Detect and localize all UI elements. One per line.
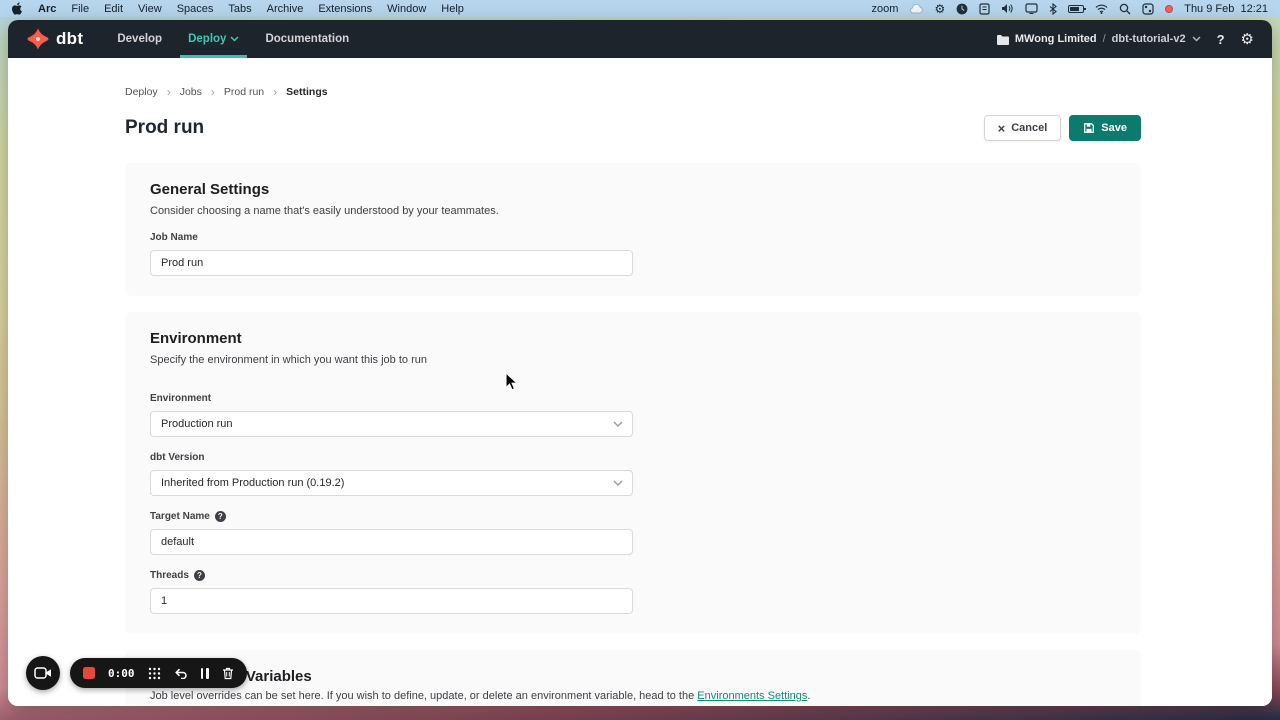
volume-icon[interactable]	[1001, 3, 1014, 14]
environment-variables-heading: Environment Variables	[150, 668, 1116, 685]
menubar-app-name[interactable]: Arc	[38, 3, 56, 15]
pause-button[interactable]	[201, 668, 209, 679]
undo-icon[interactable]	[174, 667, 188, 679]
breadcrumb-separator: ›	[211, 86, 215, 98]
tools-grid-icon[interactable]	[148, 667, 161, 680]
chevron-down-icon	[1192, 36, 1201, 42]
menubar-item-edit[interactable]: Edit	[104, 3, 123, 15]
menubar-item-tabs[interactable]: Tabs	[228, 3, 251, 15]
dbt-version-label: dbt Version	[150, 452, 1116, 463]
dbt-version-select[interactable]: Inherited from Production run (0.19.2)	[150, 470, 633, 496]
settings-gear-icon[interactable]: ⚙	[1241, 30, 1254, 48]
environment-variables-card: Environment Variables Job level override…	[125, 650, 1141, 706]
display-icon[interactable]	[1025, 3, 1038, 14]
environment-card: Environment Specify the environment in w…	[125, 312, 1141, 634]
camera-button[interactable]	[26, 656, 60, 690]
general-settings-description: Consider choosing a name that's easily u…	[150, 205, 1116, 217]
screen-recorder-toolbar: 0:00	[26, 656, 247, 690]
dbt-navbar: dbt Develop Deploy Documentation MWong L…	[8, 20, 1272, 58]
breadcrumb-separator: ›	[167, 86, 171, 98]
folder-icon	[996, 34, 1009, 45]
menubar-item-extensions[interactable]: Extensions	[318, 3, 372, 15]
help-icon[interactable]: ?	[1217, 32, 1225, 47]
video-camera-icon	[34, 666, 52, 680]
job-name-input[interactable]	[150, 250, 633, 276]
account-switcher[interactable]: MWong Limited / dbt-tutorial-v2	[996, 33, 1201, 45]
project-name: dbt-tutorial-v2	[1112, 33, 1186, 45]
save-button[interactable]: Save	[1069, 115, 1141, 141]
zoom-menu-item[interactable]: zoom	[872, 3, 899, 15]
recorder-pill: 0:00	[70, 658, 247, 688]
nav-documentation[interactable]: Documentation	[257, 20, 357, 58]
chevron-down-icon	[613, 480, 623, 486]
page-title: Prod run	[125, 117, 204, 139]
menubar-item-spaces[interactable]: Spaces	[177, 3, 214, 15]
search-icon[interactable]	[1119, 3, 1131, 15]
chevron-down-icon	[230, 36, 239, 42]
account-separator: /	[1103, 33, 1106, 45]
menubar-clock[interactable]: Thu 9 Feb 12:21	[1184, 3, 1268, 15]
macos-menubar: Arc File Edit View Spaces Tabs Archive E…	[0, 0, 1280, 17]
wifi-icon[interactable]	[1095, 4, 1108, 14]
recording-timer: 0:00	[108, 667, 135, 680]
cancel-button[interactable]: × Cancel	[984, 115, 1062, 141]
clock-icon[interactable]	[956, 3, 968, 15]
environment-variables-description: Job level overrides can be set here. If …	[150, 690, 1116, 702]
dbt-logo[interactable]: dbt	[26, 27, 83, 51]
gear-icon[interactable]: ⚙	[934, 2, 945, 16]
breadcrumb-separator: ›	[273, 86, 277, 98]
target-name-help-icon[interactable]: ?	[215, 511, 226, 522]
save-icon	[1083, 122, 1095, 134]
threads-input[interactable]	[150, 588, 633, 614]
close-icon: ×	[998, 122, 1006, 135]
browser-window: dbt Develop Deploy Documentation MWong L…	[8, 20, 1272, 706]
menubar-item-file[interactable]: File	[71, 3, 89, 15]
menubar-item-window[interactable]: Window	[387, 3, 426, 15]
recording-indicator-icon[interactable]	[1165, 5, 1173, 13]
menubar-item-view[interactable]: View	[138, 3, 162, 15]
target-name-label: Target Name	[150, 511, 210, 522]
bluetooth-icon[interactable]	[1049, 3, 1057, 15]
threads-label: Threads	[150, 570, 189, 581]
breadcrumb: Deploy › Jobs › Prod run › Settings	[125, 86, 1141, 98]
nav-deploy[interactable]: Deploy	[180, 20, 247, 58]
nav-develop[interactable]: Develop	[109, 20, 170, 58]
page-content: Deploy › Jobs › Prod run › Settings Prod…	[8, 58, 1272, 706]
environment-select[interactable]: Production run	[150, 411, 633, 437]
breadcrumb-jobs[interactable]: Jobs	[180, 86, 202, 98]
environment-description: Specify the environment in which you wan…	[150, 354, 1116, 366]
general-settings-heading: General Settings	[150, 181, 1116, 198]
environment-heading: Environment	[150, 330, 1116, 347]
cloud-icon[interactable]	[909, 4, 923, 14]
breadcrumb-deploy[interactable]: Deploy	[125, 86, 158, 98]
trash-icon[interactable]	[222, 667, 234, 680]
general-settings-card: General Settings Consider choosing a nam…	[125, 163, 1141, 296]
threads-help-icon[interactable]: ?	[194, 570, 205, 581]
chevron-down-icon	[613, 421, 623, 427]
breadcrumb-prod-run[interactable]: Prod run	[224, 86, 264, 98]
environments-settings-link[interactable]: Environments Settings	[697, 690, 807, 702]
stop-recording-button[interactable]	[83, 667, 95, 679]
target-name-input[interactable]	[150, 529, 633, 555]
dbt-brand-text: dbt	[56, 29, 83, 49]
account-name: MWong Limited	[1015, 33, 1097, 45]
breadcrumb-settings: Settings	[286, 86, 327, 98]
job-name-label: Job Name	[150, 232, 1116, 243]
control-center-icon[interactable]	[1142, 3, 1154, 15]
apple-icon[interactable]	[12, 2, 23, 15]
keyboard-icon[interactable]	[979, 3, 990, 15]
menubar-item-help[interactable]: Help	[441, 3, 464, 15]
environment-select-label: Environment	[150, 393, 1116, 404]
menubar-item-archive[interactable]: Archive	[267, 3, 304, 15]
dbt-logo-icon	[26, 27, 50, 51]
battery-icon[interactable]	[1068, 5, 1084, 13]
